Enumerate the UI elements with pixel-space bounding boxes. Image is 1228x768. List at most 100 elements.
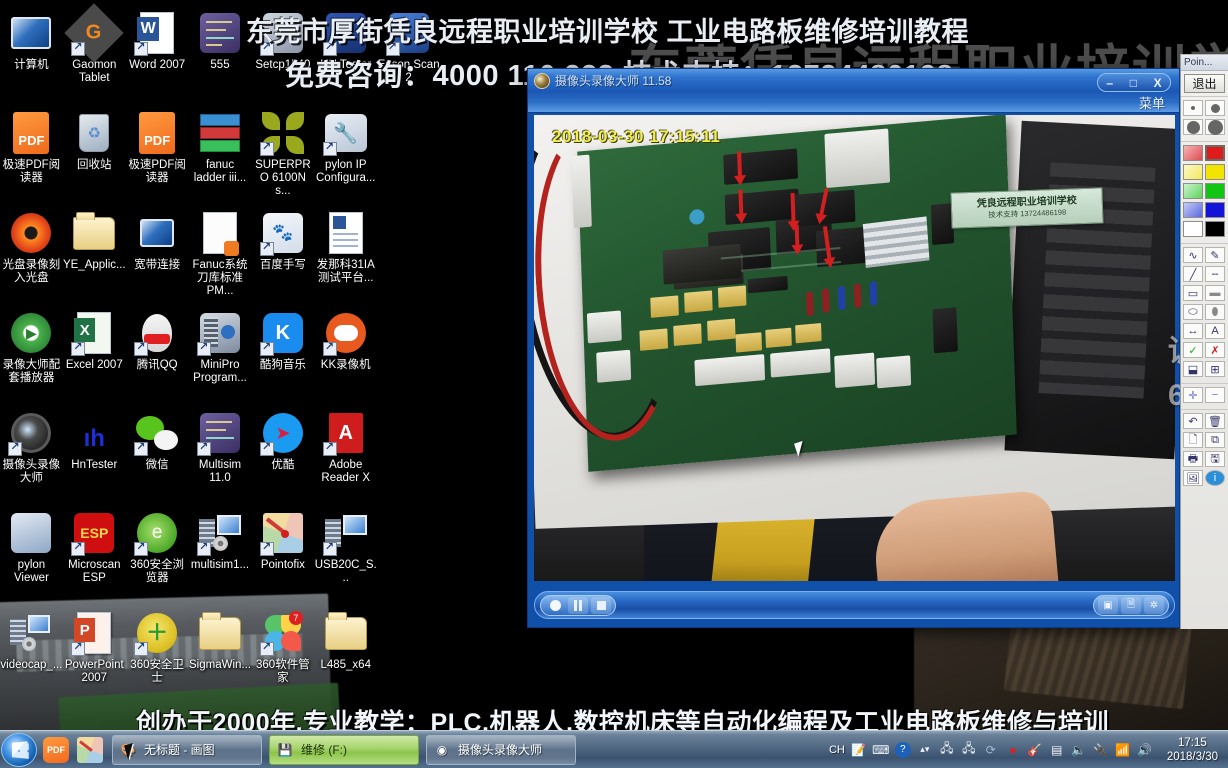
desktop-icon-adobe-reader[interactable]: A Adobe Reader X [314,406,377,506]
desktop-icon-fanuc-31ia[interactable]: 发那科31IA测试平台... [314,206,377,306]
desktop-icon-pylon-viewer[interactable]: pylon Viewer [0,506,63,606]
desktop-icon-360-safe[interactable]: ＋ 360安全卫士 [126,606,189,706]
desktop-icon-pointofix[interactable]: Pointofix [251,506,314,606]
keyboard-icon[interactable]: ⌨ [872,742,889,758]
info-tool[interactable]: i [1205,470,1225,486]
pause-button[interactable] [568,597,588,614]
color-swatch-light-blue[interactable] [1183,202,1203,218]
desktop-icon-minipro[interactable]: MiniPro Program... [189,306,252,406]
color-swatch-yellow[interactable] [1205,164,1225,180]
plus-tool[interactable]: ✛ [1183,387,1203,403]
desktop-icon-videocap[interactable]: videocap_... [0,606,63,706]
desktop-icon-360-software-manager[interactable]: 7 360软件管家 [251,606,314,706]
desktop-icon-usb20c[interactable]: USB20C_S... [314,506,377,606]
desktop-icon-fanuc-pm[interactable]: Fanuc系统刀库标准PM... [189,206,252,306]
desktop-icon-pylon-ip[interactable]: 🔧 pylon IP Configura... [314,106,377,206]
cross-mark-tool[interactable]: ✗ [1205,342,1225,358]
desktop-icon-sigmawin[interactable]: SigmaWin... [189,606,252,706]
desktop-icon-youku[interactable]: ➤ 优酷 [251,406,314,506]
desktop-icon-ye-applic[interactable]: YE_Applic... [63,206,126,306]
taskbar[interactable]: PDF 🎨 无标题 - 画图 💾 维修 (F:) ◉ 摄像头录像大师 CH 📝 … [0,730,1228,768]
desktop-icon-fanuc-ladder[interactable]: fanuc ladder iii... [189,106,252,206]
line-tool[interactable]: ╱ [1183,266,1203,282]
monitor-icon[interactable]: ▤ [1049,742,1065,758]
maximize-button[interactable]: □ [1130,77,1137,89]
usb-icon[interactable]: 🎸 [1027,742,1043,758]
desktop-icon-gaomon-tablet[interactable]: G Gaomon Tablet [63,3,126,106]
minus-tool[interactable]: − [1205,387,1225,403]
color-swatch-red[interactable] [1205,145,1225,161]
camera-recorder-window[interactable]: 摄像头录像大师 11.58 – □ X 菜单 凭良远程职业培训学校 技术支持 1… [527,68,1180,628]
dashed-line-tool[interactable]: ╌ [1205,266,1225,282]
clock[interactable]: 17:15 2018/3/30 [1159,736,1224,764]
desktop-icon-superpro[interactable]: SUPERPRO 6100N s... [251,106,314,206]
signal-icon[interactable]: 📶 [1115,742,1131,758]
ime-pad-icon[interactable]: 📝 [851,742,867,758]
filled-rectangle-tool[interactable]: ▬ [1205,285,1225,301]
power-icon[interactable]: 🔌 [1093,742,1109,758]
desktop-icon-qq[interactable]: 腾讯QQ [126,306,189,406]
ellipse-tool[interactable]: ⬭ [1183,304,1203,320]
desktop-icon-555[interactable]: 555 [189,6,252,106]
pen-size-medium[interactable] [1205,100,1225,116]
desktop-icon-l485-x64[interactable]: L485_x64 [314,606,377,706]
desktop-icon-hntester[interactable]: ıh HnTester [63,406,126,506]
desktop-icon-broadband[interactable]: 宽带连接 [126,206,189,306]
text-tool[interactable]: A [1205,323,1225,339]
desktop-icon-pdf-reader-2[interactable]: PDF 极速PDF阅读器 [126,106,189,206]
pointofix-exit-button[interactable]: 退出 [1184,74,1225,93]
desktop-icon-microscan-esp[interactable]: ESP Microscan ESP [63,506,126,606]
freehand-tool[interactable]: ∿ [1183,247,1203,263]
ime-language-indicator[interactable]: CH [829,744,845,756]
desktop-icon-powerpoint-2007[interactable]: P PowerPoint 2007 [63,606,126,706]
menu-button[interactable]: 菜单 [1139,93,1165,112]
close-button[interactable]: X [1154,77,1162,89]
color-swatch-light-yellow[interactable] [1183,164,1203,180]
save-tool[interactable]: 🖫 [1205,451,1225,467]
desktop-icon-word-2007[interactable]: W Word 2007 [126,6,189,106]
pdf-reader-quicklaunch[interactable]: PDF [41,735,71,765]
desktop-icon-media-player[interactable]: ▶ 录像大师配套播放器 [0,306,63,406]
pen-size-large[interactable] [1183,119,1203,135]
desktop-icon-multisim[interactable]: Multisim 11.0 [189,406,252,506]
help-icon[interactable]: ? [894,741,911,758]
stop-button[interactable] [591,597,611,614]
pen-size-small[interactable] [1183,100,1203,116]
new-page-tool[interactable]: 🗋 [1183,432,1203,448]
color-swatch-white[interactable] [1183,221,1203,237]
volume-icon[interactable]: 🔊 [1137,742,1153,758]
player-control-bar[interactable]: ▣ 🗎 ✲ [534,591,1175,619]
desktop-icon-kugou[interactable]: K 酷狗音乐 [251,306,314,406]
arrow-tool[interactable]: ↔ [1183,323,1203,339]
zoom-tool[interactable]: ⊞ [1205,361,1225,377]
color-swatch-black[interactable] [1205,221,1225,237]
rectangle-tool[interactable]: ▭ [1183,285,1203,301]
desktop-icon-kk-recorder[interactable]: KK录像机 [314,306,377,406]
check-mark-tool[interactable]: ✓ [1183,342,1203,358]
pen-size-xlarge[interactable] [1205,119,1225,135]
copy-tool[interactable]: ⧉ [1205,432,1225,448]
filled-ellipse-tool[interactable]: ⬮ [1205,304,1225,320]
print-tool[interactable]: 🖶 [1183,451,1203,467]
delete-tool[interactable]: 🗑 [1205,413,1225,429]
color-swatch-blue[interactable] [1205,202,1225,218]
taskbar-item-drive[interactable]: 💾 维修 (F:) [269,734,419,765]
settings-button[interactable]: ✲ [1144,597,1164,614]
desktop-icon-disc-burn[interactable]: 光盘录像刻入光盘 [0,206,63,306]
screenshot-tool[interactable]: 🖼 [1183,470,1203,486]
crop-tool[interactable]: ⬓ [1183,361,1203,377]
window-titlebar[interactable]: 摄像头录像大师 11.58 – □ X 菜单 [528,69,1179,113]
desktop-icon-excel-2007[interactable]: X Excel 2007 [63,306,126,406]
video-preview[interactable]: 凭良远程职业培训学校 技术支持 13724486198 2018-03-30 1… [534,115,1175,581]
sync-icon[interactable]: ⟳ [983,742,999,758]
desktop-icon-wechat[interactable]: 微信 [126,406,189,506]
highlighter-tool[interactable]: ✎ [1205,247,1225,263]
desktop-icon-multisim-installer[interactable]: multisim1... [189,506,252,606]
color-swatch-green[interactable] [1205,183,1225,199]
desktop-icon-baidu-handwriting[interactable]: 🐾 百度手写 [251,206,314,306]
color-swatch-light-red[interactable] [1183,145,1203,161]
desktop-icon-computer[interactable]: 计算机 [0,6,63,106]
show-hidden-icons-icon[interactable]: ▴▾ [917,742,933,758]
desktop-icon-pdf-reader-1[interactable]: PDF 极速PDF阅读器 [0,106,63,206]
desktop-icon-recycle-bin[interactable]: ♻ 回收站 [63,106,126,206]
